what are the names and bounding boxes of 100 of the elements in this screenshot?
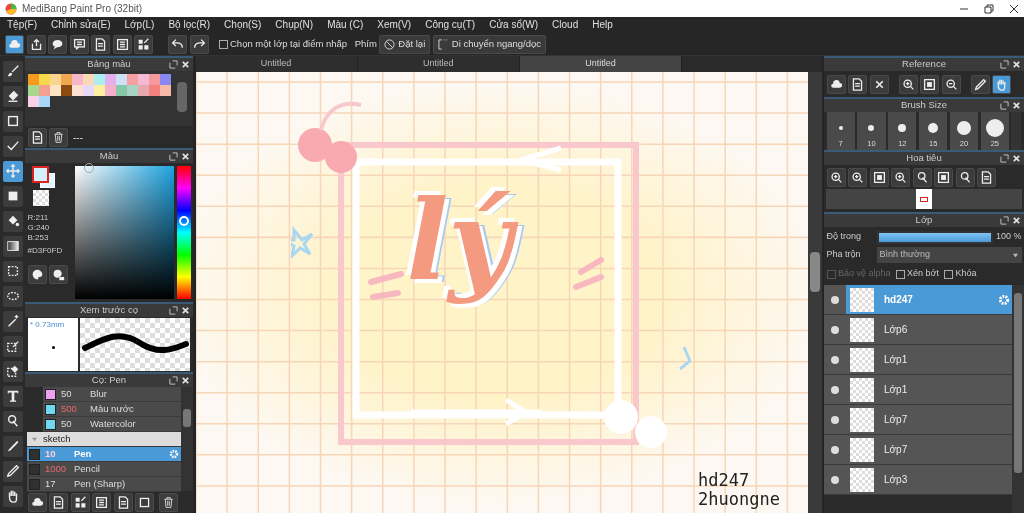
- navigator-button[interactable]: [826, 167, 846, 187]
- tool-button[interactable]: [2, 485, 23, 507]
- color-swatch[interactable]: [159, 84, 171, 96]
- undock-icon[interactable]: [1000, 154, 1009, 163]
- color-swatch[interactable]: [82, 84, 94, 96]
- document-tab[interactable]: Untitled: [195, 56, 358, 72]
- blend-dropdown[interactable]: Bình thường: [877, 247, 1022, 263]
- color-swatch[interactable]: [159, 73, 171, 85]
- color-swatch[interactable]: [104, 73, 116, 85]
- brush-row[interactable]: 50 Blur: [43, 387, 181, 402]
- brush-tool-button[interactable]: [70, 492, 90, 512]
- brush-row[interactable]: 17 Pen (Sharp): [27, 477, 181, 492]
- toolbar-button[interactable]: [168, 34, 187, 54]
- color-swatch[interactable]: [71, 73, 83, 85]
- tool-button[interactable]: [2, 410, 23, 432]
- color-swatch[interactable]: [49, 73, 61, 85]
- delete-button[interactable]: [49, 127, 68, 147]
- close-icon[interactable]: [1009, 3, 1019, 14]
- reset-button[interactable]: Đặt lại: [379, 34, 431, 54]
- color-swatch[interactable]: [137, 84, 149, 96]
- tool-button[interactable]: [2, 435, 23, 457]
- color-swatch[interactable]: [38, 84, 50, 96]
- tool-button[interactable]: [2, 85, 23, 107]
- color-swatch[interactable]: [104, 84, 116, 96]
- color-swatch[interactable]: [93, 84, 105, 96]
- brush-tool-button[interactable]: [113, 492, 133, 512]
- visibility-dot-icon[interactable]: [830, 474, 840, 485]
- color-swatch[interactable]: [148, 73, 160, 85]
- visibility-dot-icon[interactable]: [830, 444, 840, 455]
- restore-icon[interactable]: [984, 3, 994, 14]
- tool-button[interactable]: [2, 335, 23, 357]
- color-swatch[interactable]: [49, 84, 61, 96]
- navigator-button[interactable]: [934, 167, 953, 187]
- document-tab[interactable]: Untitled: [357, 56, 520, 72]
- undock-icon[interactable]: [1000, 101, 1009, 110]
- gear-icon[interactable]: [168, 449, 179, 459]
- tool-button[interactable]: [2, 135, 23, 157]
- visibility-dot-icon[interactable]: [830, 354, 840, 365]
- menu-item[interactable]: Cửa sổ(W): [482, 17, 546, 33]
- brush-row[interactable]: 500 Màu nước: [43, 402, 181, 417]
- brush-tool-button[interactable]: [135, 492, 154, 512]
- hue-handle[interactable]: [178, 215, 189, 226]
- undock-icon[interactable]: [169, 152, 178, 161]
- undock-icon[interactable]: [169, 376, 178, 385]
- color-swatch[interactable]: [82, 73, 94, 85]
- tool-button[interactable]: [2, 360, 23, 382]
- color-swatch[interactable]: [27, 73, 39, 85]
- menu-item[interactable]: Chụp(N): [268, 17, 321, 33]
- navigator-button[interactable]: [891, 167, 910, 187]
- color-swatch[interactable]: [60, 84, 72, 96]
- scrollbar[interactable]: [1012, 285, 1024, 513]
- gear-icon[interactable]: [997, 293, 1010, 306]
- visibility-dot-icon[interactable]: [830, 384, 840, 395]
- color-swatch[interactable]: [137, 73, 149, 85]
- layer-row[interactable]: Lớp7: [824, 405, 1012, 435]
- toolbar-button[interactable]: [69, 34, 89, 54]
- color-swatch[interactable]: [148, 84, 160, 96]
- navigator-button[interactable]: [977, 167, 996, 187]
- toolbar-button[interactable]: [48, 34, 67, 54]
- zoom-out-button[interactable]: [941, 74, 961, 94]
- toolbar-button[interactable]: [112, 34, 132, 54]
- menu-item[interactable]: Chỉnh sửa(E): [44, 17, 118, 33]
- saturation-square[interactable]: [75, 165, 174, 299]
- close-reference-button[interactable]: [869, 74, 889, 94]
- tool-button[interactable]: [2, 160, 23, 182]
- undock-icon[interactable]: [1000, 215, 1009, 225]
- tool-button[interactable]: [2, 235, 23, 257]
- brush-tool-button[interactable]: [92, 492, 111, 512]
- hue-slider[interactable]: [176, 165, 191, 299]
- menu-item[interactable]: Tệp(F): [0, 17, 44, 33]
- open-button[interactable]: [848, 74, 867, 94]
- menu-item[interactable]: Công cụ(T): [418, 17, 483, 33]
- color-swatch[interactable]: [71, 84, 83, 96]
- menu-item[interactable]: Màu (C): [320, 17, 371, 33]
- visibility-dot-icon[interactable]: [830, 414, 840, 425]
- checkbox[interactable]: [895, 269, 905, 279]
- tool-button[interactable]: [2, 310, 23, 332]
- toolbar-button[interactable]: [134, 34, 153, 54]
- palette-edit-button[interactable]: [49, 264, 68, 284]
- tool-button[interactable]: [2, 385, 23, 407]
- brush-row[interactable]: 50 Watercolor: [43, 417, 181, 432]
- tool-button[interactable]: [2, 260, 23, 282]
- navigator-button[interactable]: [848, 167, 867, 187]
- checkbox[interactable]: [943, 269, 953, 279]
- fit-button[interactable]: [920, 74, 939, 94]
- scrollbar[interactable]: [181, 387, 193, 491]
- menu-item[interactable]: Bộ lọc(R): [161, 17, 218, 33]
- navigator-preview[interactable]: [916, 189, 932, 209]
- brush-tool-button[interactable]: [27, 492, 47, 512]
- navigator-button[interactable]: [869, 167, 889, 187]
- layer-row[interactable]: Lớp6: [824, 315, 1012, 345]
- upload-button[interactable]: [826, 74, 846, 94]
- toolbar-button[interactable]: [5, 34, 24, 54]
- layer-row[interactable]: Lớp1: [824, 345, 1012, 375]
- menu-item[interactable]: Xem(V): [370, 17, 419, 33]
- tool-button[interactable]: [2, 110, 23, 132]
- toolbar-button[interactable]: [189, 34, 209, 54]
- brush-row[interactable]: 1000 Pencil: [27, 462, 181, 477]
- color-swatch[interactable]: [115, 84, 127, 96]
- tool-button[interactable]: [2, 210, 23, 232]
